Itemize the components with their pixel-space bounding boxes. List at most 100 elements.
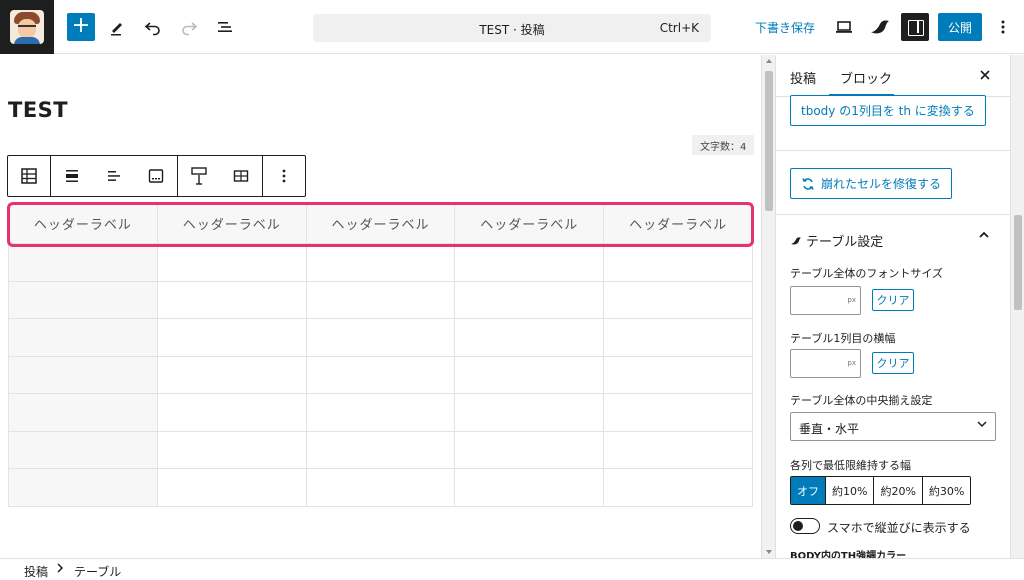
more-vertical-icon bbox=[1001, 20, 1005, 34]
font-size-input[interactable]: px bbox=[790, 286, 861, 315]
save-draft-button[interactable]: 下書き保存 bbox=[755, 19, 815, 36]
plus-icon: + bbox=[71, 13, 91, 38]
first-col-width-input[interactable]: px bbox=[790, 349, 861, 378]
clear-first-col-button[interactable]: クリア bbox=[872, 352, 914, 374]
chevron-right-icon bbox=[56, 562, 64, 577]
table-cell[interactable] bbox=[8, 280, 158, 319]
table-cell[interactable] bbox=[305, 393, 456, 432]
table-cell[interactable] bbox=[454, 430, 605, 469]
table-cell[interactable] bbox=[305, 318, 456, 357]
preview-button[interactable] bbox=[830, 13, 858, 41]
table-grid-icon bbox=[233, 170, 249, 182]
avatar bbox=[10, 10, 44, 44]
table-cell[interactable] bbox=[156, 280, 307, 319]
table-cell[interactable] bbox=[305, 430, 456, 469]
first-col-width-label: テーブル1列目の横幅 bbox=[790, 332, 896, 345]
fix-cells-button[interactable]: 崩れたセルを修復する bbox=[790, 168, 953, 199]
table-cell[interactable] bbox=[8, 468, 158, 507]
breadcrumb-item-post[interactable]: 投稿 bbox=[24, 563, 48, 580]
data-table: ヘッダーラベル ヘッダーラベル ヘッダーラベル ヘッダーラベル ヘッダーラベル bbox=[8, 203, 753, 507]
breadcrumb-item-table[interactable]: テーブル bbox=[74, 563, 121, 580]
table-cell[interactable] bbox=[603, 280, 753, 319]
close-icon bbox=[980, 70, 990, 80]
table-cell[interactable] bbox=[603, 243, 753, 282]
chevron-up-icon[interactable] bbox=[978, 229, 990, 243]
table-block[interactable]: ヘッダーラベル ヘッダーラベル ヘッダーラベル ヘッダーラベル ヘッダーラベル bbox=[8, 203, 753, 507]
table-cell[interactable] bbox=[156, 468, 307, 507]
block-options-button[interactable] bbox=[263, 156, 305, 196]
table-cell[interactable] bbox=[156, 355, 307, 394]
table-cell[interactable] bbox=[156, 243, 307, 282]
table-cell[interactable] bbox=[305, 355, 456, 394]
table-cell[interactable] bbox=[603, 430, 753, 469]
tools-button[interactable] bbox=[103, 13, 131, 41]
table-cell[interactable] bbox=[305, 280, 456, 319]
fix-cells-label: 崩れたセルを修復する bbox=[821, 177, 942, 191]
min-width-option-20[interactable]: 約20% bbox=[874, 477, 923, 504]
redo-icon bbox=[182, 22, 198, 36]
align-text-button[interactable] bbox=[93, 156, 135, 196]
settings-sidebar-toggle[interactable] bbox=[901, 13, 929, 41]
unit-label: px bbox=[847, 359, 856, 367]
table-settings-panel-header[interactable]: テーブル設定 bbox=[790, 231, 883, 250]
table-cell[interactable] bbox=[305, 468, 456, 507]
sidebar-tabs: 投稿 ブロック bbox=[776, 55, 1010, 97]
publish-button[interactable]: 公開 bbox=[938, 13, 982, 41]
caption-button[interactable] bbox=[135, 156, 177, 196]
wave-logo-icon bbox=[791, 236, 801, 244]
align-wide-icon bbox=[66, 170, 78, 182]
min-width-option-30[interactable]: 約30% bbox=[922, 477, 971, 504]
table-cell[interactable] bbox=[305, 243, 456, 282]
table-cell[interactable] bbox=[8, 243, 158, 282]
table-cell[interactable] bbox=[454, 243, 605, 282]
breadcrumb: 投稿 テーブル bbox=[0, 558, 1024, 580]
table-cell[interactable] bbox=[454, 468, 605, 507]
options-menu-button[interactable] bbox=[989, 13, 1017, 41]
table-cell[interactable] bbox=[603, 355, 753, 394]
change-alignment-button[interactable] bbox=[51, 156, 93, 196]
table-cell[interactable] bbox=[454, 393, 605, 432]
table-cell[interactable] bbox=[454, 318, 605, 357]
align-setting-label: テーブル全体の中央揃え設定 bbox=[790, 394, 933, 407]
min-width-option-off[interactable]: オフ bbox=[791, 477, 826, 504]
min-width-option-10[interactable]: 約10% bbox=[826, 477, 875, 504]
redo-button[interactable] bbox=[175, 13, 203, 41]
convert-th-button[interactable]: tbody の1列目を th に変換する bbox=[790, 95, 986, 126]
table-cell[interactable] bbox=[603, 318, 753, 357]
table-cell[interactable] bbox=[8, 355, 158, 394]
caption-icon bbox=[148, 169, 164, 183]
table-cell[interactable] bbox=[603, 468, 753, 507]
post-title[interactable]: TEST bbox=[8, 98, 68, 122]
table-cell[interactable] bbox=[8, 430, 158, 469]
document-overview-button[interactable] bbox=[211, 13, 239, 41]
tab-block[interactable]: ブロック bbox=[840, 68, 892, 87]
add-block-button[interactable]: + bbox=[67, 13, 95, 41]
close-sidebar-button[interactable] bbox=[979, 67, 991, 85]
table-cell[interactable] bbox=[454, 355, 605, 394]
site-icon-button[interactable] bbox=[0, 0, 54, 54]
table-cell[interactable] bbox=[156, 318, 307, 357]
table-cell[interactable] bbox=[603, 393, 753, 432]
editor-canvas: TEST 文字数：4 ヘッダーラベル ヘッダーラベル ヘッダーラベル ヘッダーラ… bbox=[0, 55, 761, 558]
align-select[interactable]: 垂直・水平 bbox=[790, 412, 996, 441]
sidebar-scrollbar[interactable] bbox=[1010, 55, 1024, 558]
table-cell[interactable] bbox=[454, 280, 605, 319]
table-cell[interactable] bbox=[156, 393, 307, 432]
table-cell[interactable] bbox=[8, 318, 158, 357]
editor-scrollbar[interactable] bbox=[761, 55, 775, 558]
block-type-button[interactable] bbox=[8, 156, 50, 196]
pencil-icon bbox=[111, 23, 122, 36]
table-cell-button[interactable] bbox=[220, 156, 262, 196]
command-palette-button[interactable]: TEST · 投稿 Ctrl+K bbox=[313, 14, 711, 42]
header-row-highlight bbox=[7, 202, 754, 247]
table-icon bbox=[21, 168, 37, 184]
undo-button[interactable] bbox=[139, 13, 167, 41]
table-cell[interactable] bbox=[8, 393, 158, 432]
edit-table-button[interactable] bbox=[178, 156, 220, 196]
clear-font-size-button[interactable]: クリア bbox=[872, 289, 914, 311]
mobile-stack-toggle[interactable] bbox=[790, 518, 820, 534]
table-cell[interactable] bbox=[156, 430, 307, 469]
plugin-button[interactable] bbox=[866, 13, 894, 41]
tab-post[interactable]: 投稿 bbox=[790, 68, 816, 87]
table-row bbox=[8, 430, 753, 469]
